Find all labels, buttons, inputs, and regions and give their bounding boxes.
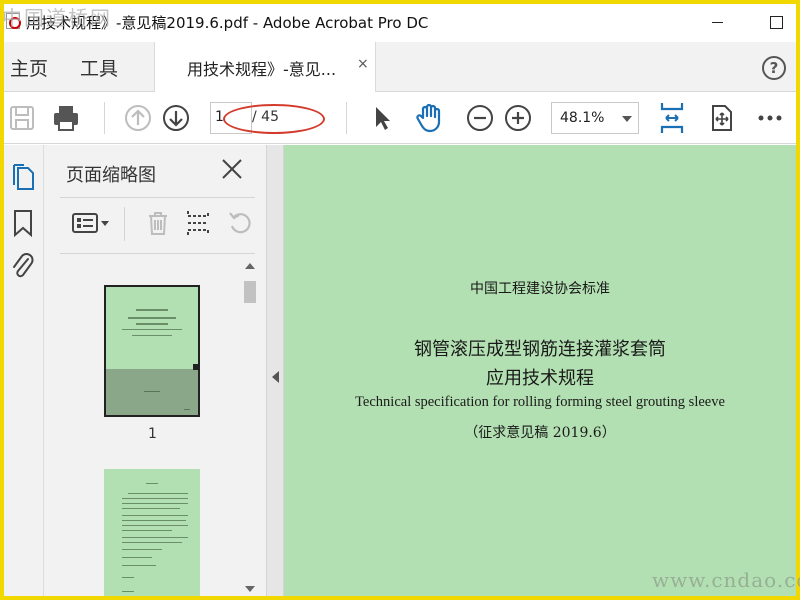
toolbar: 1 / 45 48.1% xyxy=(4,92,796,144)
scroll-mode-icon[interactable] xyxy=(708,104,736,132)
fit-page-icon[interactable] xyxy=(658,101,686,135)
panel-divider xyxy=(60,197,255,198)
pages-icon[interactable] xyxy=(10,163,36,191)
page-thumbnail[interactable] xyxy=(104,469,200,596)
document-title-line2: 应用技术规程 xyxy=(486,368,594,389)
document-org: 中国工程建设协会标准 xyxy=(470,281,610,297)
acrobat-window: 用技术规程》-意见稿2019.6.pdf - Adobe Acrobat Pro… xyxy=(4,4,796,596)
close-icon[interactable] xyxy=(220,157,244,181)
thumbnail-footer xyxy=(106,369,198,415)
close-tab-button[interactable]: × xyxy=(357,56,369,72)
zoom-select[interactable]: 48.1% xyxy=(551,102,639,134)
document-tab-label[interactable]: 用技术规程》-意见... xyxy=(187,56,336,80)
pointer-icon[interactable] xyxy=(368,104,396,132)
panel-title: 页面缩略图 xyxy=(66,165,156,186)
chevron-down-icon xyxy=(622,116,632,122)
document-page: 中国工程建设协会标准 钢管滚压成型钢筋连接灌浆套筒 应用技术规程 Technic… xyxy=(284,145,796,596)
rotate-icon[interactable] xyxy=(226,209,254,237)
extract-page-icon[interactable] xyxy=(184,209,212,237)
thumbnail-options-icon[interactable] xyxy=(70,209,110,237)
scroll-down-icon[interactable] xyxy=(245,586,255,592)
highlight-ellipse xyxy=(223,104,325,134)
hand-icon[interactable] xyxy=(414,103,444,133)
thumbnail-page-number: 1 xyxy=(148,426,157,442)
document-english-title: Technical specification for rolling form… xyxy=(355,394,725,410)
tab-document[interactable]: 用技术规程》-意见... × xyxy=(154,42,376,92)
arrow-down-circle-icon[interactable] xyxy=(162,104,190,132)
save-icon[interactable] xyxy=(8,104,36,132)
minimize-button[interactable] xyxy=(706,10,730,34)
collapse-panel-icon[interactable] xyxy=(272,371,279,383)
left-navigation-rail xyxy=(4,145,44,596)
scroll-up-icon[interactable] xyxy=(245,263,255,269)
trash-icon[interactable] xyxy=(144,209,172,237)
maximize-button[interactable] xyxy=(764,10,788,34)
title-bar: 用技术规程》-意见稿2019.6.pdf - Adobe Acrobat Pro… xyxy=(4,4,796,40)
plus-circle-icon[interactable] xyxy=(504,104,532,132)
paperclip-icon[interactable] xyxy=(10,251,36,281)
toolbar-divider xyxy=(104,102,105,134)
print-icon[interactable] xyxy=(52,104,80,132)
panel-splitter[interactable] xyxy=(266,145,284,596)
page-thumbnail[interactable] xyxy=(104,285,200,417)
more-icon[interactable] xyxy=(756,104,784,132)
toolbar-divider xyxy=(124,207,125,241)
document-draft-label: （征求意见稿 2019.6） xyxy=(464,425,616,441)
tab-bar: 主页 工具 用技术规程》-意见... × ? xyxy=(4,42,796,92)
arrow-up-circle-icon[interactable] xyxy=(124,104,152,132)
panel-divider xyxy=(60,253,255,254)
resize-handle[interactable] xyxy=(193,364,198,370)
watermark-top: 中国道桥网 xyxy=(2,6,112,30)
help-icon[interactable]: ? xyxy=(762,56,786,80)
minus-circle-icon[interactable] xyxy=(466,104,494,132)
thumbnails-panel: 页面缩略图 1 xyxy=(44,145,266,596)
watermark-bottom: www.cndao.com xyxy=(652,568,800,592)
scrollbar-thumb[interactable] xyxy=(244,281,256,303)
tab-tools[interactable]: 工具 xyxy=(80,54,118,81)
toolbar-divider xyxy=(346,102,347,134)
bookmark-icon[interactable] xyxy=(12,209,34,237)
tab-home[interactable]: 主页 xyxy=(10,54,48,81)
document-title-line1: 钢管滚压成型钢筋连接灌浆套筒 xyxy=(414,339,666,360)
zoom-value: 48.1% xyxy=(560,110,605,126)
thumbnail-scrollbar[interactable] xyxy=(240,259,260,596)
